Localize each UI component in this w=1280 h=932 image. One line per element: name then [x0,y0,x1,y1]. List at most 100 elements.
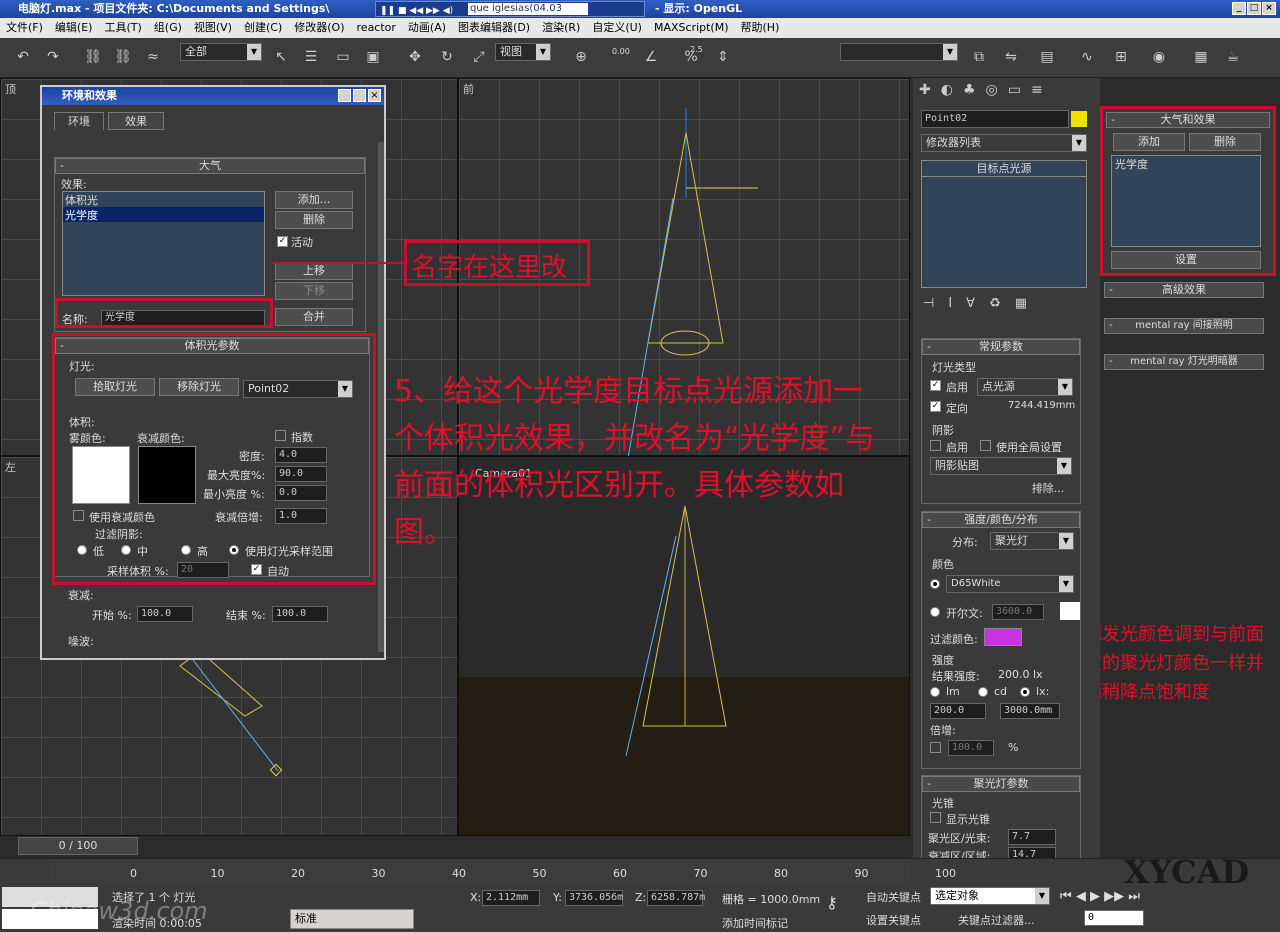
kelvin-field[interactable]: 3600.0 [992,604,1044,620]
list-item[interactable]: 体积光 [63,192,264,207]
light-type-dropdown[interactable]: 点光源 [977,378,1073,396]
select-icon[interactable]: ↖ [270,46,292,68]
mental-ray-shader-rollup[interactable]: mental ray 灯光明暗器 [1104,354,1264,370]
dialog-scrollbar[interactable] [378,142,384,652]
link-icon[interactable]: ⛓ [82,46,104,68]
modifier-list[interactable]: 修改器列表 [921,134,1087,152]
layers-icon[interactable]: ▤ [1036,46,1058,68]
maximize-icon[interactable]: □ [1247,2,1261,15]
menu-item[interactable]: 修改器(O) [288,18,350,38]
add-atmos-button[interactable]: 添加 [1113,133,1185,151]
select-by-name-icon[interactable]: ☰ [300,46,322,68]
shadow-type-dropdown[interactable]: 阴影贴图 [930,457,1072,475]
rollup-header[interactable]: 大气 [55,158,365,174]
pin-stack-icon[interactable]: ⊣ [923,296,948,311]
menu-item[interactable]: 帮助(H) [735,18,786,38]
tab-environment[interactable]: 环境 [54,112,104,130]
viewport-label[interactable]: 顶 [5,81,16,97]
global-settings-checkbox[interactable] [980,440,991,451]
menu-item[interactable]: 图表编辑器(D) [452,18,536,38]
radio-lx[interactable] [1020,687,1030,697]
create-icon[interactable]: ✚ [919,82,941,98]
angle-snap-icon[interactable]: ∠ [640,46,662,68]
exclude-button[interactable]: 排除... [1022,481,1074,499]
align-icon[interactable]: ⇋ [1000,46,1022,68]
close-icon[interactable]: × [1262,2,1276,15]
z-coord-field[interactable]: 6258.787m [647,890,705,906]
list-item[interactable]: 光学度 [1112,156,1260,172]
utilities-icon[interactable]: ≡ [1031,82,1053,98]
render-icon[interactable]: ☕ [1222,46,1244,68]
set-key-button[interactable]: 设置关键点 [866,912,921,928]
hierarchy-icon[interactable]: ♣ [963,82,986,98]
modifier-stack[interactable]: 目标点光源 [921,160,1087,288]
object-color-swatch[interactable] [1071,111,1087,127]
start-field[interactable]: 100.0 [137,606,193,622]
enable-checkbox[interactable]: ✓ [930,380,941,391]
rotate-icon[interactable]: ↻ [436,46,458,68]
remove-modifier-icon[interactable]: ♻ [989,296,1015,311]
track-bar[interactable]: 0 10 20 30 40 50 60 70 80 90 100 [50,859,956,883]
bind-space-warp-icon[interactable]: ≈ [142,46,164,68]
y-coord-field[interactable]: 3736.056m [565,890,623,906]
key-icon[interactable]: ⚷ [826,893,838,912]
advanced-effects-rollup[interactable]: 高级效果 [1104,282,1264,298]
minimize-icon[interactable]: _ [1232,2,1246,15]
radio-cd[interactable] [978,687,988,697]
move-down-button[interactable]: 下移 [275,282,353,300]
rollup-header[interactable]: 常规参数 [922,339,1080,355]
dialog-title[interactable]: 环境和效果 [42,87,384,105]
menu-item[interactable]: 工具(T) [98,18,147,38]
menu-item[interactable]: 渲染(R) [536,18,586,38]
stack-item[interactable]: 目标点光源 [922,161,1086,177]
shadow-enable-checkbox[interactable] [930,440,941,451]
mirror-icon[interactable]: ⧉ [968,46,990,68]
key-mode-dropdown[interactable]: 选定对象 [930,887,1050,905]
configure-sets-icon[interactable]: ▦ [1015,296,1041,311]
menu-item[interactable]: reactor [351,18,402,38]
move-icon[interactable]: ✥ [404,46,426,68]
radio-preset[interactable] [930,579,940,589]
show-cone-checkbox[interactable] [930,812,941,823]
multiplier-field[interactable]: 100.0 [948,740,994,756]
radio-lm[interactable] [930,687,940,697]
rect-select-icon[interactable]: ▭ [332,46,354,68]
scale-icon[interactable]: ⤢ [468,46,490,68]
menu-item[interactable]: 编辑(E) [49,18,99,38]
show-end-icon[interactable]: Ⅰ [948,296,966,311]
close-icon[interactable]: × [368,89,381,102]
add-button[interactable]: 添加... [275,191,353,209]
multiplier-checkbox[interactable] [930,742,941,753]
distribution-dropdown[interactable]: 聚光灯 [990,532,1074,550]
move-up-button[interactable]: 上移 [275,262,353,280]
render-setup-icon[interactable]: ▦ [1190,46,1212,68]
material-editor-icon[interactable]: ◉ [1148,46,1170,68]
playback-controls-icon[interactable]: ⏮ ◀ ▶ ▶▶ ⏭ [1060,889,1140,904]
snap-icon[interactable]: ⊕ [570,46,592,68]
menu-item[interactable]: 文件(F) [0,18,49,38]
unlink-icon[interactable]: ⛓ [112,46,134,68]
menu-item[interactable]: MAXScript(M) [648,18,735,38]
mental-ray-gi-rollup[interactable]: mental ray 间接照明 [1104,318,1264,334]
setup-button[interactable]: 设置 [1111,251,1261,269]
modify-icon[interactable]: ◐ [941,82,963,98]
effects-list[interactable]: 体积光 光学度 [62,191,265,296]
delete-atmos-button[interactable]: 删除 [1189,133,1261,151]
selection-filter[interactable]: 全部 [180,43,262,61]
menu-item[interactable]: 动画(A) [402,18,452,38]
rollup-header[interactable]: 大气和效果 [1106,112,1270,128]
auto-key-button[interactable]: 自动关键点 [866,889,921,905]
distance-field[interactable]: 3000.0mm [1000,703,1060,719]
percent-snap-icon[interactable]: % [680,46,702,68]
reference-coord[interactable]: 视图 [495,43,551,61]
motion-icon[interactable]: ◎ [986,82,1008,98]
targeted-checkbox[interactable]: ✓ [930,401,941,412]
radio-kelvin[interactable] [930,607,940,617]
make-unique-icon[interactable]: ∀ [966,296,989,311]
list-item-selected[interactable]: 光学度 [63,207,264,222]
time-slider[interactable]: 0 / 100 [18,837,138,855]
x-coord-field[interactable]: 2.112mm [482,890,540,906]
hotspot-field[interactable]: 7.7 [1008,829,1056,845]
filter-color-swatch[interactable] [984,628,1022,646]
stack-tools[interactable]: ⊣Ⅰ∀♻▦ [923,296,1083,311]
